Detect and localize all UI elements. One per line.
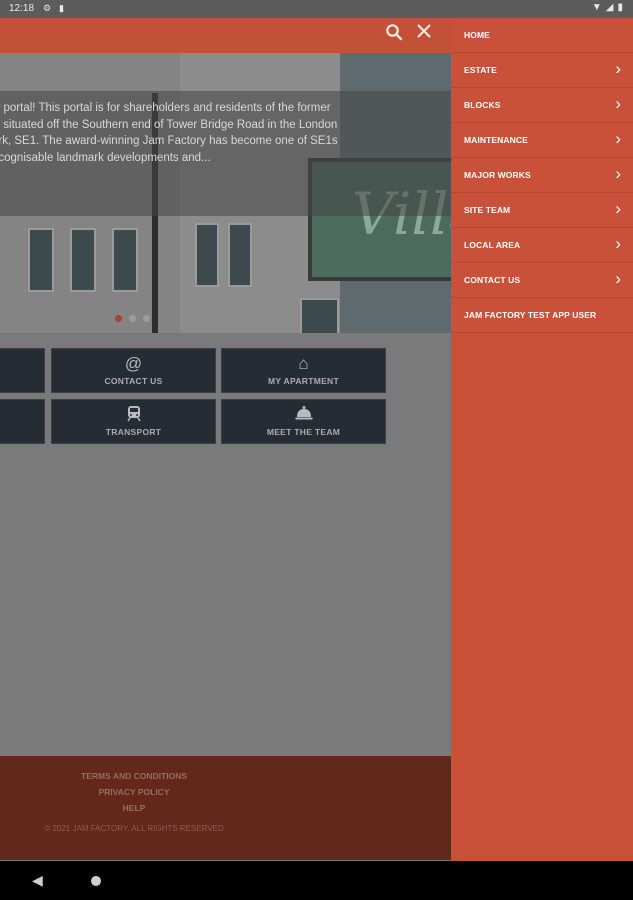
chevron-right-icon: › bbox=[615, 164, 621, 183]
chevron-right-icon: › bbox=[615, 234, 621, 253]
privacy-link[interactable]: PRIVACY POLICY bbox=[0, 787, 268, 797]
drawer-item-maintenance[interactable]: MAINTENANCE › bbox=[451, 123, 633, 158]
settings-icon: ⚙ bbox=[43, 3, 52, 13]
hero-caption: w portal! This portal is for shareholder… bbox=[0, 100, 362, 166]
signal-icon: ◢ bbox=[605, 2, 614, 13]
drawer-item-site-team[interactable]: SITE TEAM › bbox=[451, 193, 633, 228]
drawer-item-home[interactable]: HOME bbox=[451, 18, 633, 53]
chevron-right-icon: › bbox=[615, 94, 621, 113]
carousel-dot[interactable] bbox=[143, 315, 150, 322]
drawer-item-blocks[interactable]: BLOCKS › bbox=[451, 88, 633, 123]
carousel-dot[interactable] bbox=[115, 315, 122, 322]
tile-partial[interactable] bbox=[0, 348, 45, 393]
battery-icon: ▮ bbox=[617, 2, 623, 13]
wifi-icon: ▼ bbox=[591, 2, 602, 13]
home-button-icon[interactable] bbox=[91, 876, 101, 886]
chevron-right-icon: › bbox=[615, 199, 621, 218]
hero-window bbox=[228, 223, 252, 287]
back-icon[interactable]: ◀ bbox=[32, 872, 43, 889]
chevron-right-icon: › bbox=[615, 269, 621, 288]
caption-line: ecognisable landmark developments and... bbox=[0, 151, 211, 164]
clock: 12:18 bbox=[9, 3, 35, 14]
system-nav-bar: ◀ bbox=[0, 861, 633, 900]
hero-carousel[interactable]: Villa w portal! This portal is for share… bbox=[0, 53, 451, 333]
help-link[interactable]: HELP bbox=[0, 803, 268, 813]
drawer-item-user[interactable]: JAM FACTORY TEST APP USER bbox=[451, 298, 633, 333]
contact-us-tile[interactable]: @ CONTACT US bbox=[51, 348, 216, 393]
caption-line: w portal! This portal is for shareholder… bbox=[0, 102, 331, 114]
hero-window bbox=[300, 298, 339, 333]
navigation-drawer: HOME ESTATE › BLOCKS › MAINTENANCE › MAJ… bbox=[451, 18, 633, 861]
chevron-right-icon: › bbox=[615, 129, 621, 148]
home-icon: ⌂ bbox=[298, 354, 309, 373]
hero-window bbox=[195, 223, 219, 287]
hero-window bbox=[112, 228, 138, 292]
drawer-item-contact-us[interactable]: CONTACT US › bbox=[451, 263, 633, 298]
app-bar bbox=[0, 18, 451, 53]
footer: TERMS AND CONDITIONS PRIVACY POLICY HELP… bbox=[0, 756, 451, 860]
caption-line: y, situated off the Southern end of Towe… bbox=[0, 118, 338, 131]
drawer-item-estate[interactable]: ESTATE › bbox=[451, 53, 633, 88]
my-apartment-tile[interactable]: ⌂ MY APARTMENT bbox=[221, 348, 386, 393]
sd-card-icon: ▮ bbox=[59, 3, 64, 13]
chevron-right-icon: › bbox=[615, 59, 621, 78]
carousel-indicator bbox=[115, 315, 150, 322]
transport-tile[interactable]: TRANSPORT bbox=[51, 399, 216, 444]
copyright: © 2021 JAM FACTORY. ALL RIGHTS RESERVED bbox=[44, 824, 224, 833]
close-icon[interactable] bbox=[413, 23, 435, 44]
train-icon bbox=[52, 405, 215, 427]
tile-partial[interactable] bbox=[0, 399, 45, 444]
meet-the-team-tile[interactable]: MEET THE TEAM bbox=[221, 399, 386, 444]
carousel-dot[interactable] bbox=[129, 315, 136, 322]
status-bar: 12:18 ⚙ ▮ ▼ ◢ ▮ bbox=[0, 0, 633, 18]
terms-link[interactable]: TERMS AND CONDITIONS bbox=[0, 771, 268, 781]
caption-line: ark, SE1. The award-winning Jam Factory … bbox=[0, 135, 338, 147]
drawer-item-major-works[interactable]: MAJOR WORKS › bbox=[451, 158, 633, 193]
drawer-item-local-area[interactable]: LOCAL AREA › bbox=[451, 228, 633, 263]
hero-window bbox=[28, 228, 54, 292]
bell-icon bbox=[222, 405, 385, 426]
at-icon: @ bbox=[124, 354, 143, 373]
hero-window bbox=[70, 228, 96, 292]
status-icons: ▼ ◢ ▮ bbox=[592, 2, 623, 13]
search-icon[interactable] bbox=[383, 23, 405, 46]
